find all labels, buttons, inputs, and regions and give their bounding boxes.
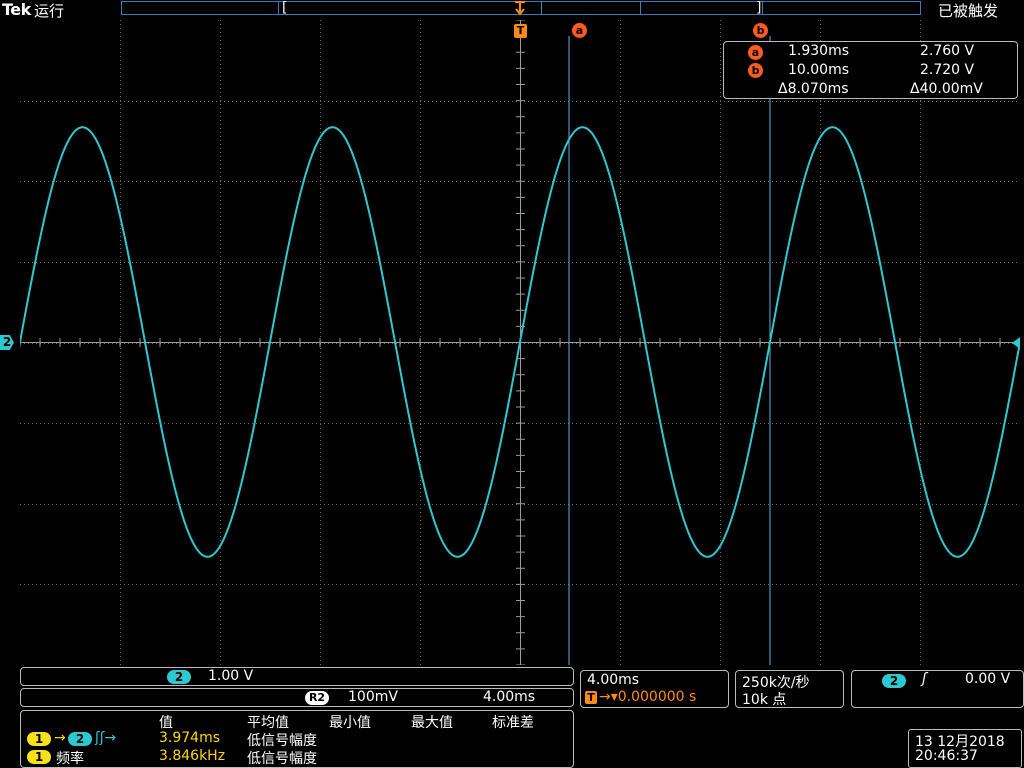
meas-row2-src-badge: 1 xyxy=(27,750,51,764)
run-state[interactable]: 运行 xyxy=(34,0,64,21)
cursor-a-marker[interactable]: a xyxy=(572,23,587,38)
brand-logo: Tek xyxy=(2,0,31,19)
meas-header-stddev: 标准差 xyxy=(492,715,534,731)
meas-row1-value: 3.974ms xyxy=(159,730,221,746)
readout-a-icon: a xyxy=(748,45,763,60)
trigger-slope-icon: ʃ xyxy=(922,671,927,687)
trigger-marker[interactable]: T xyxy=(514,24,527,38)
acquisition-panel[interactable]: 250k次/秒 10k 点 xyxy=(735,670,844,708)
meas-header-max: 最大值 xyxy=(411,715,453,731)
meas-row1-src-badge: 1 xyxy=(27,732,51,746)
meas-header-min: 最小值 xyxy=(329,715,371,731)
channel-2-scale: 1.00 V xyxy=(208,668,254,684)
cursor-b-time: 10.00ms xyxy=(788,62,850,78)
timeline-tick xyxy=(762,2,763,14)
channel-2-badge: 2 xyxy=(167,670,191,684)
time-display: 20:46:37 xyxy=(915,748,978,764)
trigger-level-icon[interactable] xyxy=(1010,337,1022,349)
meas-row1-arrow: → xyxy=(54,730,66,746)
trigger-position: →▾0.000000 s xyxy=(599,689,697,705)
meas-row1-mean: 低信号幅度 xyxy=(247,733,317,749)
cursor-delta-time: Δ8.070ms xyxy=(778,81,849,97)
meas-header-value: 值 xyxy=(159,715,173,731)
timeline-bracket-right: ] xyxy=(756,0,762,16)
cursor-a-volt: 2.760 V xyxy=(920,43,975,59)
cursor-b-volt: 2.720 V xyxy=(920,62,975,78)
channel-2-ground-marker[interactable]: 2 xyxy=(0,335,14,350)
cursor-delta-volt: Δ40.00mV xyxy=(910,81,983,97)
timeline-tick xyxy=(541,2,542,14)
cursor-b-marker[interactable]: b xyxy=(753,23,768,38)
trigger-level: 0.00 V xyxy=(965,671,1011,687)
cursor-a-time: 1.930ms xyxy=(788,43,850,59)
timeline-tick xyxy=(278,2,279,14)
trigger-panel[interactable]: 2 ʃ 0.00 V xyxy=(851,670,1024,708)
channel-2-scale-panel[interactable]: 2 1.00 V xyxy=(20,667,574,686)
ref-2-time: 4.00ms xyxy=(483,689,536,705)
ref-2-scale: 100mV xyxy=(348,689,398,705)
trigger-pos-icon: T xyxy=(585,691,597,704)
meas-row2-name: 频率 xyxy=(56,751,84,767)
horizontal-panel[interactable]: 4.00ms T →▾0.000000 s xyxy=(580,670,729,708)
meas-header-mean: 平均值 xyxy=(247,715,289,731)
record-length: 10k 点 xyxy=(742,692,787,708)
trigger-source-badge: 2 xyxy=(882,674,906,688)
timeline-bracket-left: [ xyxy=(282,0,288,16)
datetime-panel[interactable]: 13 12月2018 20:46:37 xyxy=(908,729,1022,768)
trigger-position-icon[interactable] xyxy=(512,0,528,22)
meas-row2-value: 3.846kHz xyxy=(159,748,226,764)
readout-b-icon: b xyxy=(748,63,763,78)
measurements-panel[interactable]: 值 平均值 最小值 最大值 标准差 1 → 2 ʃʃ→ 3.974ms 低信号幅… xyxy=(20,710,574,768)
ref-2-badge: R2 xyxy=(305,691,329,705)
delay-icon: ʃʃ→ xyxy=(95,730,117,746)
timebase: 4.00ms xyxy=(587,672,640,688)
meas-row2-mean: 低信号幅度 xyxy=(247,751,317,767)
graticule[interactable] xyxy=(20,20,1020,665)
meas-row1-dst-badge: 2 xyxy=(68,732,92,746)
timeline-tick xyxy=(640,2,641,14)
ref-2-panel[interactable]: R2 100mV 4.00ms xyxy=(20,688,574,707)
trigger-status: 已被触发 xyxy=(937,2,998,20)
cursor-readout-panel: a 1.930ms 2.760 V b 10.00ms 2.720 V Δ8.0… xyxy=(723,41,1018,99)
